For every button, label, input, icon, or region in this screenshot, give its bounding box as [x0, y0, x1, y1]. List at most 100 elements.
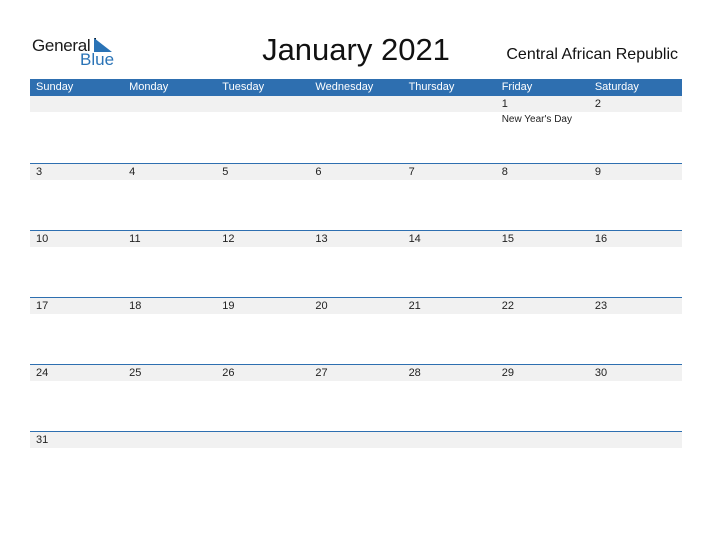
day-number: 23: [594, 300, 608, 312]
day-number: 17: [36, 300, 49, 312]
day-number: 11: [129, 233, 141, 245]
day-cell: 22: [496, 298, 589, 358]
weekday-thursday: Thursday: [408, 81, 455, 93]
day-cell: 11: [123, 231, 216, 291]
holiday-label: New Year's Day: [501, 114, 572, 125]
calendar-grid: Sunday Monday Tuesday Wednesday Thursday…: [30, 79, 682, 498]
day-number: 2: [594, 98, 601, 110]
day-cell: 29: [496, 365, 589, 425]
day-cell: 20: [309, 298, 402, 358]
empty-cell: [403, 96, 496, 156]
day-cell: 2: [589, 96, 682, 156]
day-cell: 24: [30, 365, 123, 425]
day-number: 15: [501, 233, 514, 245]
weekday-monday: Monday: [129, 81, 169, 93]
weekday-saturday: Saturday: [594, 81, 639, 93]
day-number: [502, 432, 589, 448]
day-number: 5: [222, 166, 229, 178]
day-cell: 23: [589, 298, 682, 358]
week-row: 17 18 19 20 21 22 23: [30, 297, 682, 364]
day-cell: 4: [123, 164, 216, 224]
day-number: [595, 432, 682, 448]
week-cells: 24 25 26 27 28 29 30: [30, 365, 682, 425]
day-number: 31: [36, 434, 49, 446]
day-number: 13: [315, 233, 328, 245]
week-cells: 17 18 19 20 21 22 23: [30, 298, 682, 358]
day-cell: 16: [589, 231, 682, 291]
empty-cell: [496, 432, 589, 492]
empty-cell: [589, 432, 682, 492]
empty-cell: [403, 432, 496, 492]
day-number: [129, 96, 216, 112]
weekday-tuesday: Tuesday: [222, 81, 265, 93]
day-cell: 27: [309, 365, 402, 425]
day-number: [222, 96, 309, 112]
day-number: 19: [222, 300, 235, 312]
day-cell: 12: [216, 231, 309, 291]
week-cells: 10 11 12 13 14 15 16: [30, 231, 682, 291]
weeks-container: 1 New Year's Day 2 3 4 5 6 7 8 9 10 11 12 13 14 15 16 17 1…: [30, 96, 682, 498]
day-number: [315, 96, 402, 112]
empty-cell: [30, 96, 123, 156]
day-number: 30: [594, 367, 608, 379]
day-number: 24: [36, 367, 49, 379]
day-cell: 26: [216, 365, 309, 425]
week-row: 1 New Year's Day 2: [30, 96, 682, 163]
day-cell: 17: [30, 298, 123, 358]
empty-cell: [309, 432, 402, 492]
day-number: 3: [36, 166, 43, 178]
day-cell: 5: [216, 164, 309, 224]
week-row: 24 25 26 27 28 29 30: [30, 364, 682, 431]
day-cell: 3: [30, 164, 123, 224]
day-number: 12: [222, 233, 235, 245]
day-cell: 21: [403, 298, 496, 358]
day-number: 22: [501, 300, 514, 312]
empty-cell: [123, 96, 216, 156]
day-number: 8: [501, 166, 508, 178]
day-number: [315, 432, 402, 448]
day-number: 28: [408, 367, 421, 379]
day-cell: 9: [589, 164, 682, 224]
week-row: 31: [30, 431, 682, 498]
day-number: [129, 432, 216, 448]
day-number: 14: [408, 233, 421, 245]
country-label: Central African Republic: [506, 46, 678, 63]
day-number: 21: [408, 300, 421, 312]
day-cell: 15: [496, 231, 589, 291]
day-number: [222, 432, 309, 448]
day-cell: 10: [30, 231, 123, 291]
day-number: [36, 96, 123, 112]
day-number: [409, 432, 496, 448]
day-cell: 13: [309, 231, 402, 291]
day-number: 6: [315, 166, 322, 178]
day-cell: 18: [123, 298, 216, 358]
empty-cell: [216, 96, 309, 156]
day-number: 29: [501, 367, 514, 379]
day-number: 25: [129, 367, 142, 379]
day-cell: 14: [403, 231, 496, 291]
week-row: 3 4 5 6 7 8 9: [30, 163, 682, 230]
empty-cell: [216, 432, 309, 492]
day-cell: 31: [30, 432, 123, 492]
day-number: [409, 96, 496, 112]
weekday-sunday: Sunday: [36, 81, 74, 93]
empty-cell: [123, 432, 216, 492]
week-cells: 1 New Year's Day 2: [30, 96, 682, 156]
day-cell: 8: [496, 164, 589, 224]
day-number: 20: [315, 300, 328, 312]
day-number: 10: [36, 233, 49, 245]
day-cell: 6: [309, 164, 402, 224]
empty-cell: [309, 96, 402, 156]
day-number: 18: [129, 300, 142, 312]
day-cell: 28: [403, 365, 496, 425]
day-number: 7: [408, 166, 415, 178]
day-number: 1: [501, 98, 508, 110]
day-number: 16: [594, 233, 608, 245]
week-row: 10 11 12 13 14 15 16: [30, 230, 682, 297]
week-cells: 3 4 5 6 7 8 9: [30, 164, 682, 224]
weekday-header: Sunday Monday Tuesday Wednesday Thursday…: [30, 79, 682, 96]
day-number: 26: [222, 367, 235, 379]
week-cells: 31: [30, 432, 682, 492]
day-cell: 30: [589, 365, 682, 425]
weekday-wednesday: Wednesday: [315, 81, 374, 93]
